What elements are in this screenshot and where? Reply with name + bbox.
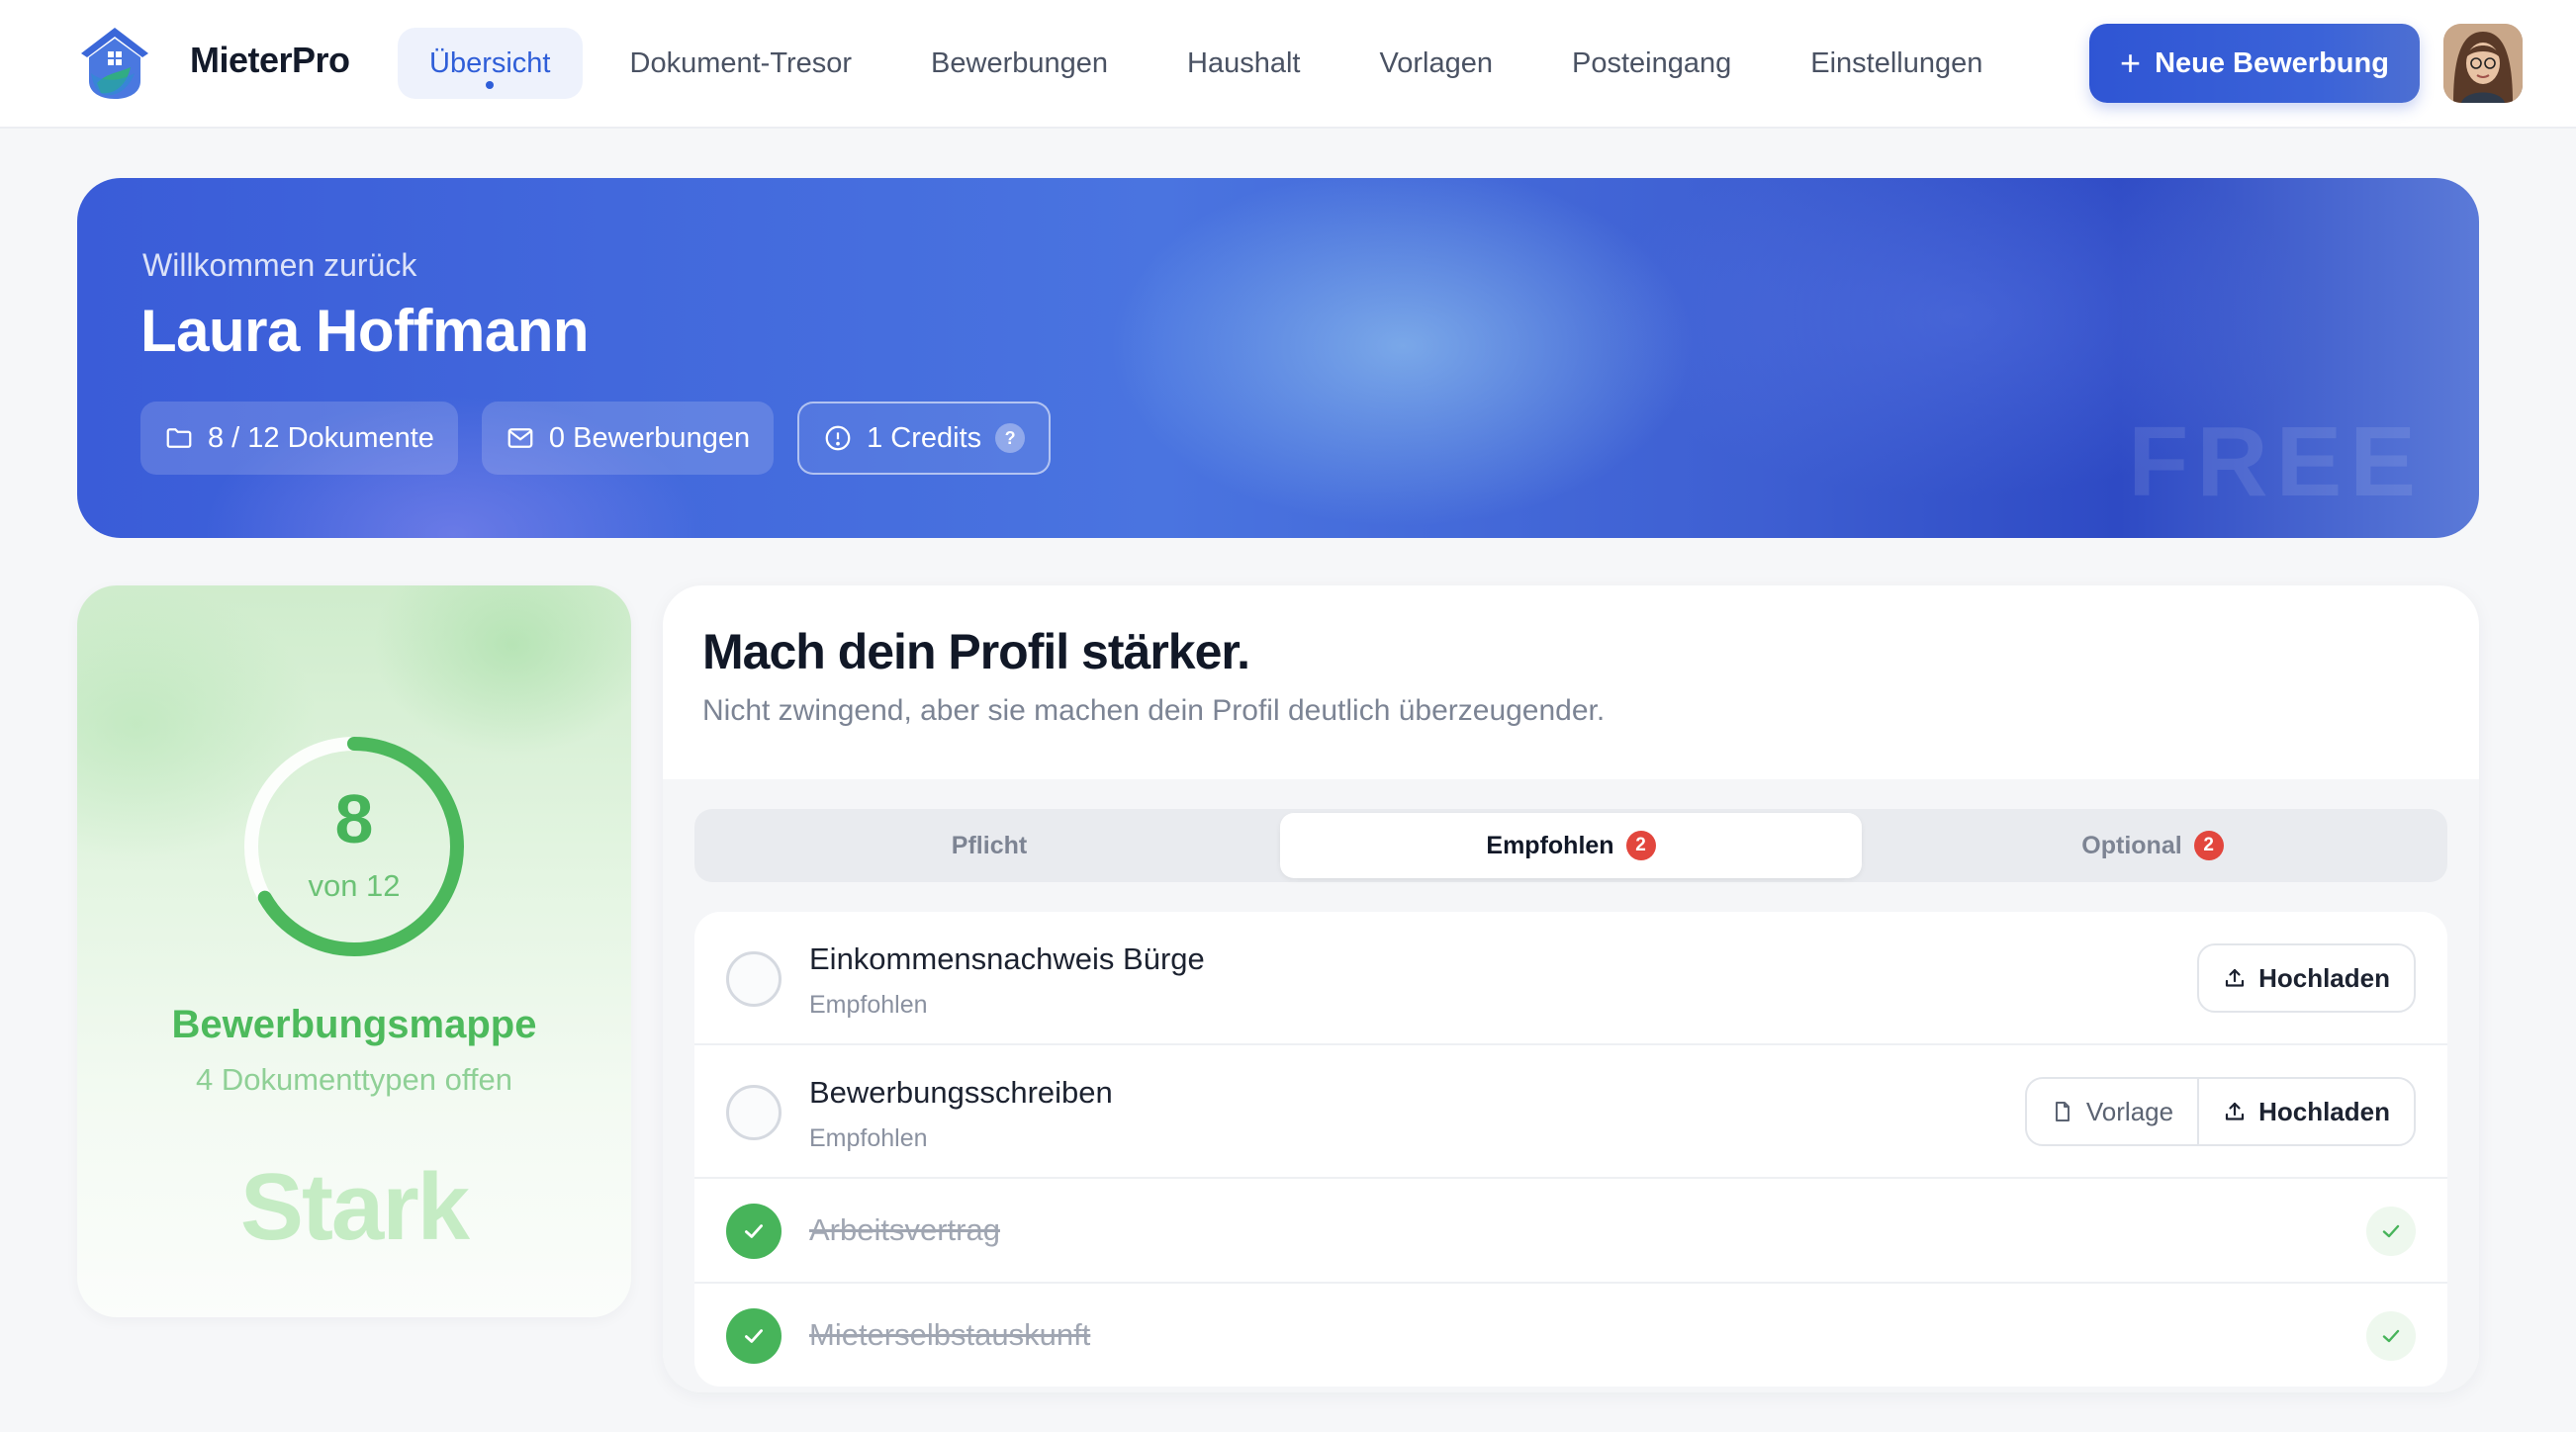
credits-count: 1 Credits	[867, 421, 982, 454]
documents-count: 8 / 12 Dokumente	[208, 421, 434, 454]
nav-item-posteingang[interactable]: Posteingang	[1540, 28, 1763, 99]
checkmark-icon	[2366, 1207, 2416, 1256]
tab-pflicht[interactable]: Pflicht	[698, 813, 1280, 878]
help-icon[interactable]: ?	[995, 423, 1026, 453]
document-actions: Hochladen	[2197, 943, 2416, 1013]
score-total: von 12	[308, 868, 401, 903]
list-item: Arbeitsvertrag	[694, 1179, 2447, 1284]
count-badge: 2	[1625, 831, 1656, 860]
count-badge: 2	[2193, 831, 2224, 860]
nav-item-bewerbungen[interactable]: Bewerbungen	[899, 28, 1140, 99]
applications-count: 0 Bewerbungen	[548, 421, 751, 454]
upload-button[interactable]: Hochladen	[2199, 945, 2414, 1011]
score-title: Bewerbungsmappe	[171, 1003, 537, 1046]
documents-pill[interactable]: 8 / 12 Dokumente	[140, 402, 458, 475]
profile-strength-card: Mach dein Profil stärker. Nicht zwingend…	[663, 585, 2479, 1392]
welcome-text: Willkommen zurück	[142, 247, 417, 283]
mail-icon	[507, 428, 533, 448]
avatar[interactable]	[2443, 24, 2523, 103]
user-name: Laura Hoffmann	[140, 298, 590, 364]
document-panel: Pflicht Empfohlen 2 Optional 2 Einkommen…	[663, 779, 2479, 1392]
document-actions: Vorlage Hochladen	[2024, 1077, 2416, 1146]
document-title-done: Mieterselbstauskunft	[809, 1317, 1091, 1352]
tab-label: Empfohlen	[1486, 831, 1614, 859]
house-logo-icon[interactable]	[77, 24, 152, 103]
template-button[interactable]: Vorlage	[2027, 1079, 2200, 1144]
plan-watermark: FREE	[2128, 406, 2424, 517]
document-title: Bewerbungsschreiben	[809, 1075, 1113, 1110]
file-icon	[2055, 1102, 2070, 1121]
tab-optional[interactable]: Optional 2	[1862, 813, 2443, 878]
score-level: Stark	[239, 1154, 470, 1260]
document-category: Empfohlen	[809, 1124, 928, 1152]
folder-icon	[166, 428, 192, 448]
document-title-done: Arbeitsvertrag	[809, 1212, 1000, 1247]
upload-label: Hochladen	[2258, 962, 2390, 993]
nav-item-haushalt[interactable]: Haushalt	[1155, 28, 1332, 99]
document-category: Empfohlen	[809, 991, 928, 1019]
credits-pill[interactable]: 1 Credits ?	[797, 402, 1052, 475]
checkbox-empty[interactable]	[726, 951, 782, 1007]
score-value: 8	[334, 780, 374, 857]
application-folder-card: 8 von 12 Bewerbungsmappe 4 Dokumenttypen…	[77, 585, 631, 1317]
upload-label: Hochladen	[2258, 1096, 2390, 1126]
section-title: Mach dein Profil stärker.	[702, 624, 1250, 679]
checkbox-empty[interactable]	[726, 1085, 782, 1140]
checkmark-icon	[2366, 1311, 2416, 1361]
new-application-label: Neue Bewerbung	[2155, 46, 2389, 79]
tab-label: Pflicht	[951, 831, 1028, 859]
plus-icon: +	[2120, 43, 2142, 83]
list-item: Mieterselbstauskunft	[694, 1284, 2447, 1387]
list-item: Bewerbungsschreiben Empfohlen Vorlage Ho…	[694, 1045, 2447, 1179]
top-navigation: MieterPro Übersicht Dokument-Tresor Bewe…	[0, 0, 2576, 129]
tab-empfohlen[interactable]: Empfohlen 2	[1280, 813, 1862, 878]
main-nav: Übersicht Dokument-Tresor Bewerbungen Ha…	[398, 28, 2030, 99]
info-circle-icon	[825, 425, 851, 451]
nav-item-dokument-tresor[interactable]: Dokument-Tresor	[598, 28, 884, 99]
section-subtitle: Nicht zwingend, aber sie machen dein Pro…	[702, 694, 1606, 727]
document-tabs: Pflicht Empfohlen 2 Optional 2	[694, 809, 2447, 882]
document-title: Einkommensnachweis Bürge	[809, 941, 1205, 976]
nav-item-uebersicht[interactable]: Übersicht	[398, 28, 583, 99]
document-list: Einkommensnachweis Bürge Empfohlen Hochl…	[694, 912, 2447, 1387]
tab-label: Optional	[2081, 831, 2182, 859]
nav-item-einstellungen[interactable]: Einstellungen	[1779, 28, 2014, 99]
check-circle-icon[interactable]	[726, 1308, 782, 1364]
brand-name: MieterPro	[190, 40, 350, 80]
upload-icon	[2225, 1102, 2245, 1120]
list-item: Einkommensnachweis Bürge Empfohlen Hochl…	[694, 912, 2447, 1045]
hero-stats: 8 / 12 Dokumente 0 Bewerbungen 1 Credits…	[140, 402, 1052, 475]
new-application-button[interactable]: + Neue Bewerbung	[2089, 24, 2420, 103]
nav-item-vorlagen[interactable]: Vorlagen	[1348, 28, 1525, 99]
upload-button[interactable]: Hochladen	[2199, 1079, 2414, 1144]
score-open-count: 4 Dokumenttypen offen	[196, 1062, 512, 1097]
applications-pill[interactable]: 0 Bewerbungen	[481, 402, 775, 475]
welcome-hero: Willkommen zurück Laura Hoffmann 8 / 12 …	[77, 178, 2479, 538]
upload-icon	[2225, 968, 2245, 987]
check-circle-icon[interactable]	[726, 1204, 782, 1259]
template-label: Vorlage	[2085, 1096, 2174, 1126]
